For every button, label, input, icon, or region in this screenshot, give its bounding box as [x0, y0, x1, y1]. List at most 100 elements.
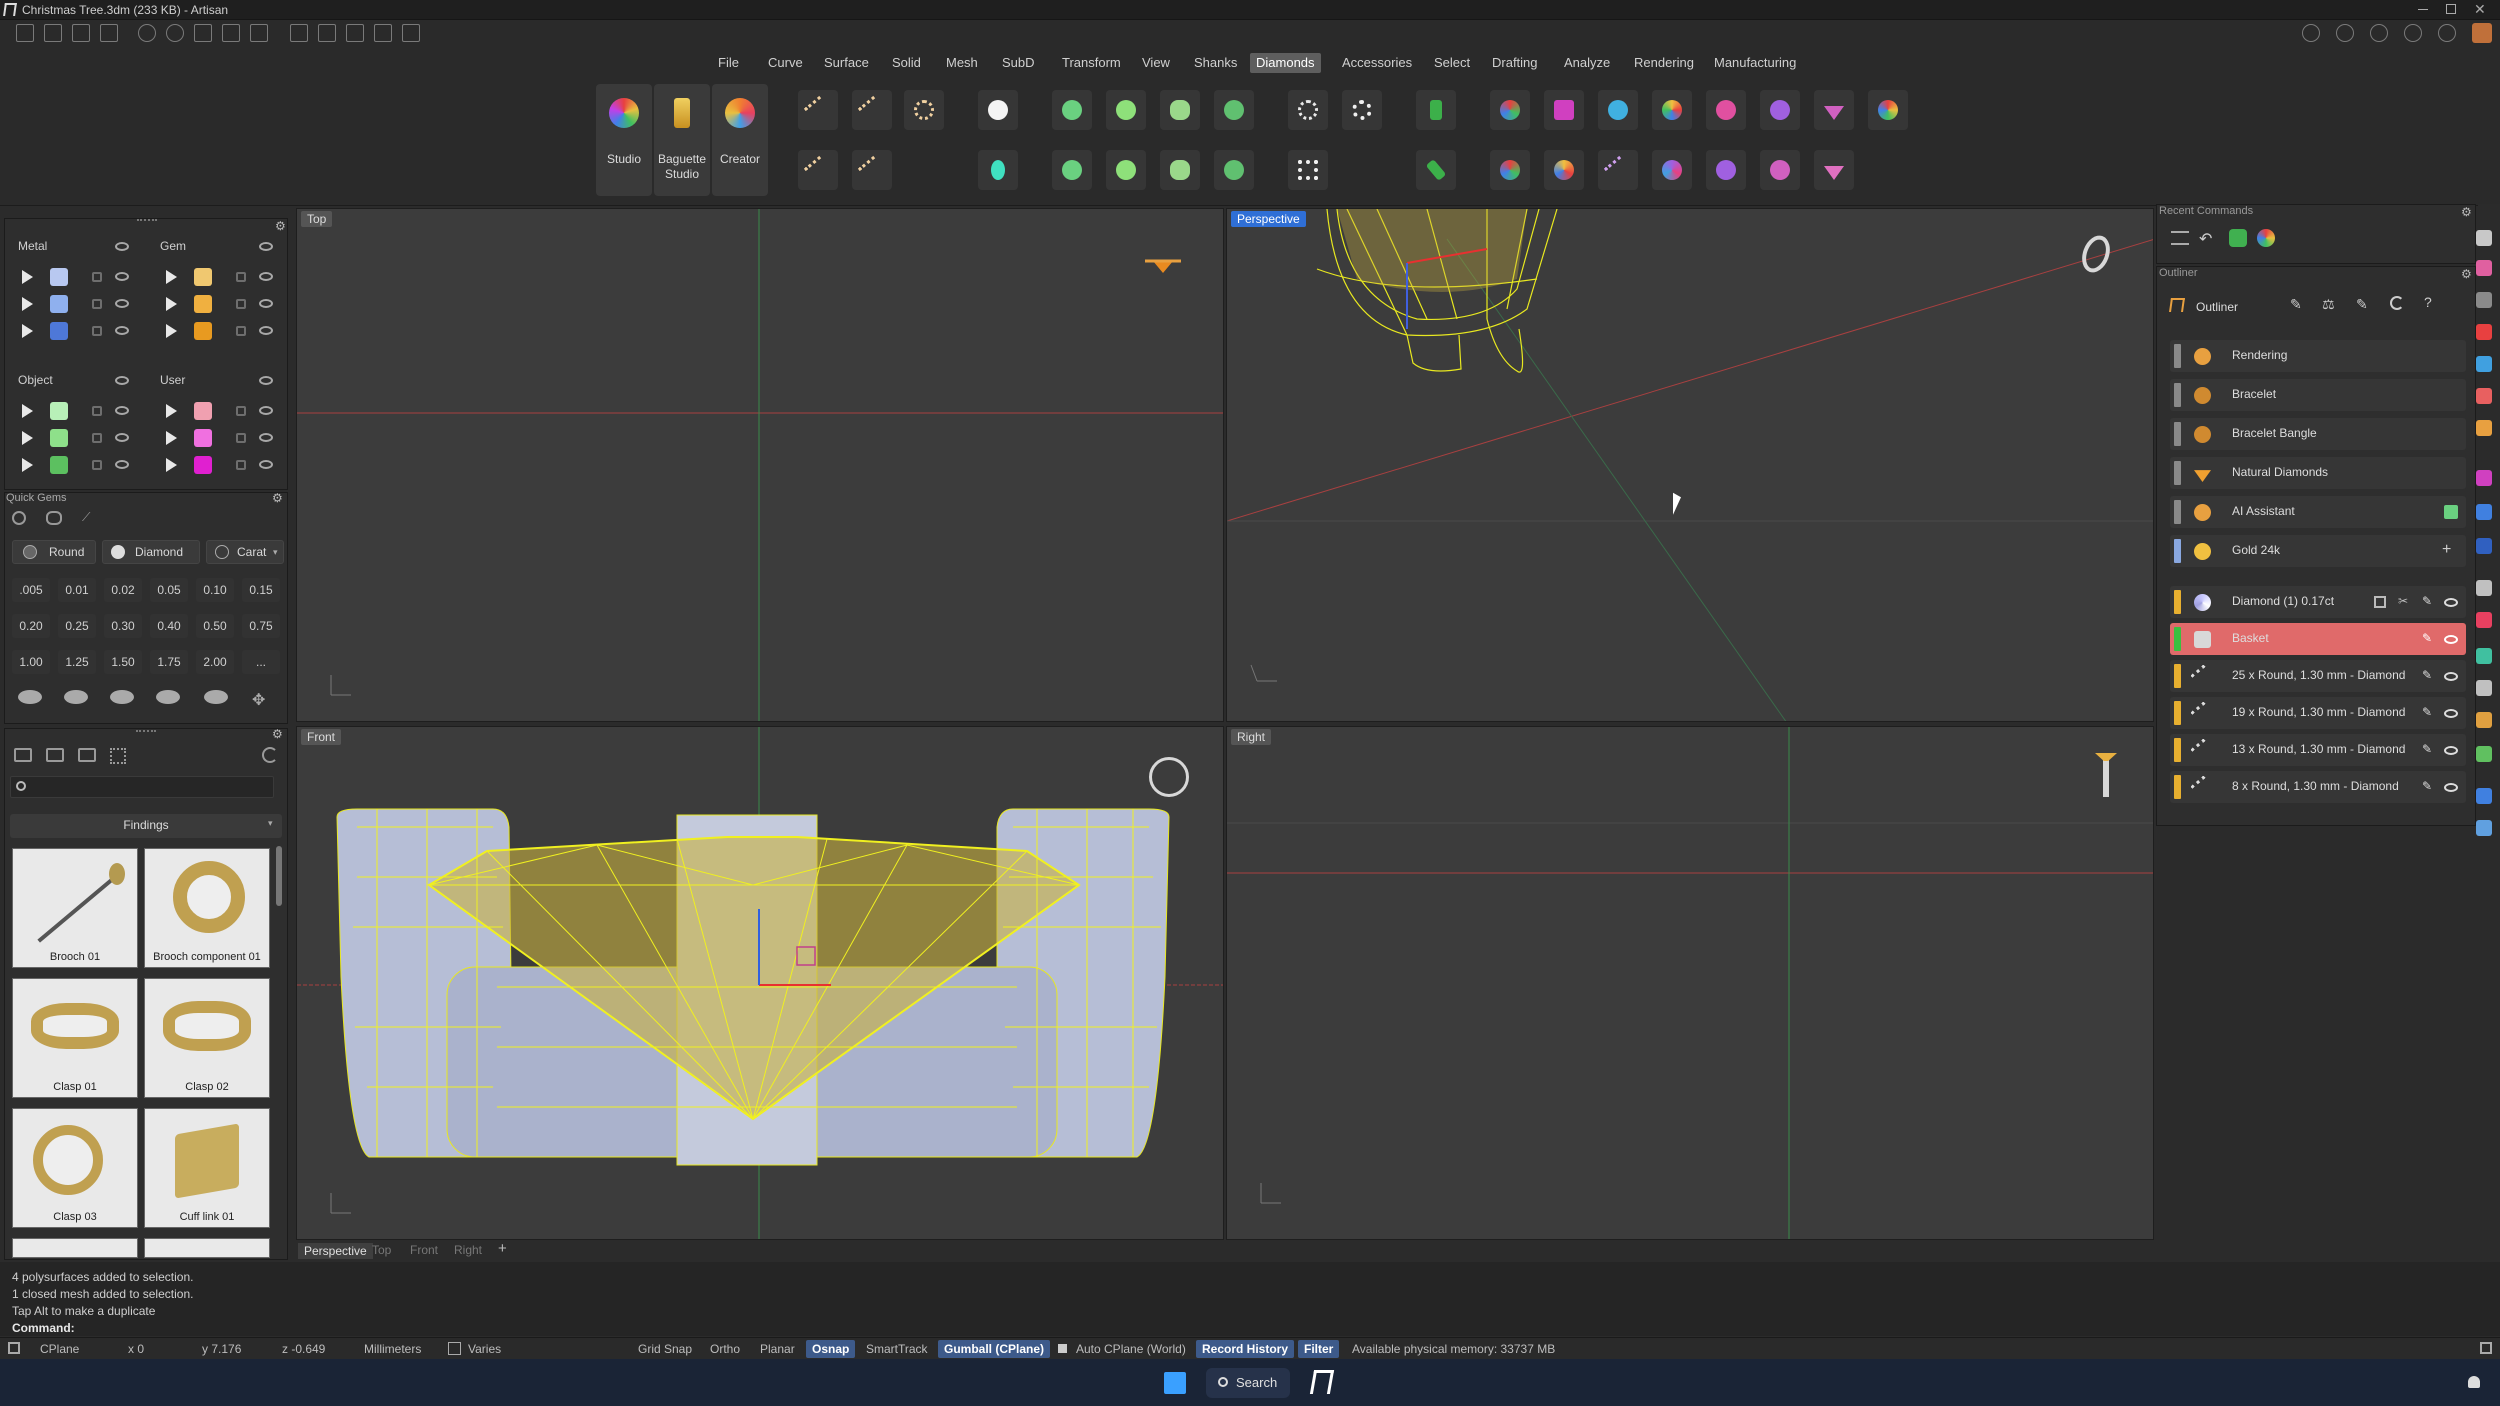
gem-view-icon[interactable]: [46, 511, 62, 525]
tool-icon[interactable]: [2476, 504, 2492, 520]
carat-value-button[interactable]: 0.05: [150, 578, 188, 602]
lock-icon[interactable]: [92, 272, 102, 282]
carat-value-button[interactable]: 1.25: [58, 650, 96, 674]
command-input[interactable]: [84, 1320, 2474, 1336]
lock-icon[interactable]: [236, 326, 246, 336]
close-button[interactable]: ✕: [2474, 1, 2486, 18]
layer-color-swatch[interactable]: [194, 268, 212, 286]
windows-start-icon[interactable]: [1164, 1372, 1186, 1394]
lock-icon[interactable]: [92, 326, 102, 336]
viewport-label-right[interactable]: Right: [1231, 729, 1272, 745]
render-command-icon[interactable]: [2257, 229, 2275, 247]
tool-icon[interactable]: [2476, 260, 2492, 276]
tab-right[interactable]: Right: [454, 1243, 482, 1257]
bezel-setting-button[interactable]: [1106, 90, 1146, 130]
tab-perspective[interactable]: Perspective: [298, 1243, 373, 1259]
gem-tool-icon[interactable]: [402, 24, 420, 42]
new-file-icon[interactable]: [16, 24, 34, 42]
layer-color-swatch[interactable]: [194, 402, 212, 420]
outliner-item-bracelet-bangle[interactable]: Bracelet Bangle: [2170, 418, 2466, 450]
gem-color-button[interactable]: [1652, 90, 1692, 130]
table-icon[interactable]: [2374, 596, 2386, 608]
gem-color-2-button[interactable]: [1652, 150, 1692, 190]
lock-icon[interactable]: [92, 460, 102, 470]
tool-icon[interactable]: [2476, 712, 2492, 728]
gem-style-icon[interactable]: ✥: [252, 690, 265, 710]
artisan-app-icon[interactable]: [1309, 1370, 1335, 1394]
layer-group-metal[interactable]: Metal: [18, 239, 47, 253]
menu-shanks[interactable]: Shanks: [1188, 53, 1243, 73]
tool-icon[interactable]: [2476, 680, 2492, 696]
refresh-icon[interactable]: [2390, 296, 2404, 310]
layer-color-swatch[interactable]: [50, 456, 68, 474]
layer-color-swatch[interactable]: [50, 429, 68, 447]
play-icon[interactable]: [166, 404, 177, 418]
play-icon[interactable]: [166, 270, 177, 284]
prong-setting-2-button[interactable]: [1052, 150, 1092, 190]
menu-rendering[interactable]: Rendering: [1628, 53, 1700, 73]
carat-value-button[interactable]: .005: [12, 578, 50, 602]
menu-mesh[interactable]: Mesh: [940, 53, 984, 73]
eye-icon[interactable]: [259, 242, 273, 251]
gem-material-button[interactable]: [1544, 90, 1584, 130]
outliner-item-natural-diamonds[interactable]: Natural Diamonds: [2170, 457, 2466, 489]
viewport-label-front[interactable]: Front: [301, 729, 342, 745]
carat-value-button[interactable]: 0.10: [196, 578, 234, 602]
lock-icon[interactable]: [236, 406, 246, 416]
outliner-object-pave-19[interactable]: 19 x Round, 1.30 mm - Diamond ✎: [2170, 697, 2466, 729]
layer-color-swatch[interactable]: [194, 322, 212, 340]
tool-icon[interactable]: [2476, 324, 2492, 340]
eye-icon[interactable]: [259, 326, 273, 335]
menu-manufacturing[interactable]: Manufacturing: [1708, 53, 1802, 73]
cloud-icon[interactable]: [2370, 24, 2388, 42]
open-folder-icon[interactable]: [100, 24, 118, 42]
gem-style-icon[interactable]: [18, 690, 42, 704]
play-icon[interactable]: [22, 458, 33, 472]
outliner-object-pave-13[interactable]: 13 x Round, 1.30 mm - Diamond ✎: [2170, 734, 2466, 766]
tab-top[interactable]: Top: [372, 1243, 391, 1257]
layer-group-gem[interactable]: Gem: [160, 239, 186, 253]
settings-icon[interactable]: ⚙: [2461, 205, 2472, 219]
finding-clasp-01[interactable]: Clasp 01: [12, 978, 138, 1098]
outliner-object-diamond[interactable]: Diamond (1) 0.17ct ✂ ✎: [2170, 586, 2466, 618]
carat-value-button[interactable]: 0.02: [104, 578, 142, 602]
outliner-item-ai-assistant[interactable]: AI Assistant: [2170, 496, 2466, 528]
ai-status-icon[interactable]: [2444, 505, 2458, 519]
layer-varies-label[interactable]: Varies: [462, 1340, 507, 1358]
save-as-icon[interactable]: [222, 24, 240, 42]
layer-color-swatch[interactable]: [50, 402, 68, 420]
layer-color-swatch[interactable]: [194, 429, 212, 447]
gem-studio-button[interactable]: [1868, 90, 1908, 130]
tool-icon[interactable]: [2476, 820, 2492, 836]
taskbar-search-button[interactable]: Search: [1206, 1368, 1290, 1398]
transform-tool-icon[interactable]: [318, 24, 336, 42]
menu-file[interactable]: File: [712, 53, 745, 73]
lock-icon[interactable]: [92, 433, 102, 443]
help-icon[interactable]: [2404, 24, 2422, 42]
gem-style-icon[interactable]: [156, 690, 180, 704]
outliner-item-gold-24k[interactable]: Gold 24k +: [2170, 535, 2466, 567]
gem-path-button[interactable]: [852, 90, 892, 130]
bezel-setting-2-button[interactable]: [1106, 150, 1146, 190]
import-icon[interactable]: [72, 24, 90, 42]
outliner-item-bracelet[interactable]: Bracelet: [2170, 379, 2466, 411]
layer-color-swatch[interactable]: [50, 322, 68, 340]
viewport-front[interactable]: Front: [296, 726, 1224, 1240]
undo-icon[interactable]: [138, 24, 156, 42]
move-tool-icon[interactable]: [346, 24, 364, 42]
play-icon[interactable]: [22, 324, 33, 338]
layer-group-user[interactable]: User: [160, 373, 185, 387]
layer-group-object[interactable]: Object: [18, 373, 53, 387]
panel-grip-icon[interactable]: [136, 730, 156, 733]
filter-toggle[interactable]: Filter: [1298, 1340, 1340, 1358]
carat-value-button[interactable]: 0.25: [58, 614, 96, 638]
info-icon[interactable]: [2336, 24, 2354, 42]
carat-value-button[interactable]: 0.50: [196, 614, 234, 638]
pencil-icon[interactable]: ✎: [2422, 631, 2432, 645]
play-icon[interactable]: [166, 324, 177, 338]
channel-setting-button[interactable]: [1160, 90, 1200, 130]
ortho-toggle[interactable]: Ortho: [704, 1340, 746, 1358]
menu-diamonds[interactable]: Diamonds: [1250, 53, 1321, 73]
eye-icon[interactable]: [259, 406, 273, 415]
eye-icon[interactable]: [115, 326, 129, 335]
